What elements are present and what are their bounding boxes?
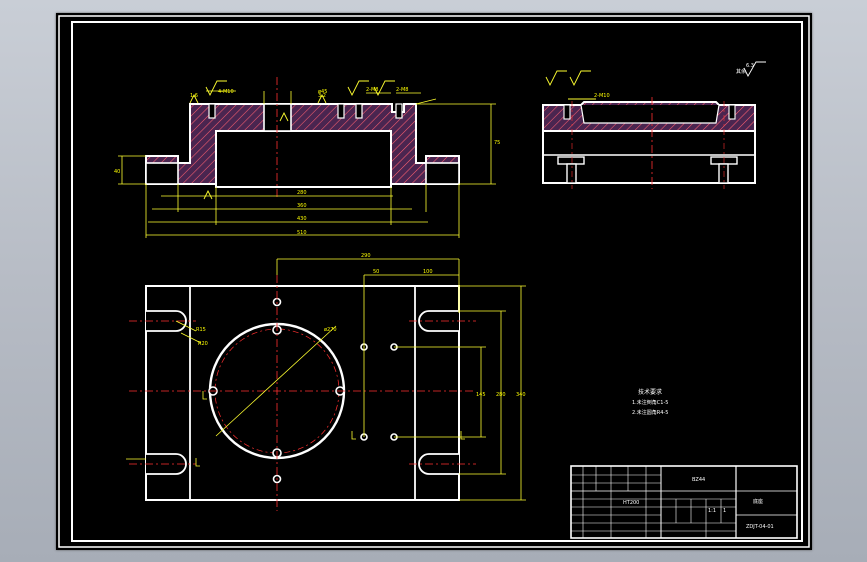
title-part-name: 底座	[753, 498, 763, 505]
top-view: 290 50 100 145 280 340 ø270 R15 R20	[126, 253, 526, 511]
dim-2m8-b: 2-M8	[396, 87, 408, 93]
title-drawing-number: ZDJT-04-01	[746, 524, 774, 530]
tech-req-item-1: 1.未注倒角C1-5	[632, 399, 668, 406]
dim-4m10: 4-M10	[218, 89, 234, 95]
dim-2m8-a: 2-M8	[366, 87, 378, 93]
dim-r15: R15	[196, 327, 206, 333]
roughness-note: 其余 6.3	[736, 61, 766, 77]
roughness-note-value: 6.3	[746, 63, 754, 69]
side-view: 2-M10	[542, 70, 756, 189]
dim-40: 40	[114, 169, 120, 175]
title-sheet: 1	[723, 508, 726, 514]
front-view: ø45 4-M10 2-M8 2-M8 1.6 3.2 280 360 430 …	[114, 77, 500, 238]
dim-circle: ø270	[324, 327, 337, 333]
dim-290: 290	[361, 253, 371, 259]
title-code: BZ44	[692, 477, 705, 483]
dim-280-top: 280	[496, 392, 506, 398]
dim-145: 145	[476, 392, 486, 398]
drawing-canvas: ø45 4-M10 2-M8 2-M8 1.6 3.2 280 360 430 …	[56, 13, 812, 550]
rough-b: 3.2	[318, 93, 326, 99]
svg-text:2-M10: 2-M10	[594, 93, 610, 99]
dim-100: 100	[423, 269, 433, 275]
title-material: HT200	[623, 500, 639, 506]
dim-430: 430	[297, 216, 307, 222]
rough-a: 1.6	[190, 93, 198, 99]
dim-340: 340	[516, 392, 526, 398]
dim-280-front: 280	[297, 190, 307, 196]
title-scale: 1:1	[708, 508, 716, 514]
dim-r20: R20	[198, 341, 208, 347]
tech-requirements: 技术要求 1.未注倒角C1-5 2.未注圆角R4-5	[632, 388, 668, 416]
tech-req-heading: 技术要求	[638, 388, 662, 396]
dim-50: 50	[373, 269, 379, 275]
cad-drawing: ø45 4-M10 2-M8 2-M8 1.6 3.2 280 360 430 …	[58, 15, 810, 548]
dim-75: 75	[494, 140, 500, 146]
dim-510: 510	[297, 230, 307, 236]
dim-360: 360	[297, 203, 307, 209]
tech-req-item-2: 2.未注圆角R4-5	[632, 409, 668, 416]
